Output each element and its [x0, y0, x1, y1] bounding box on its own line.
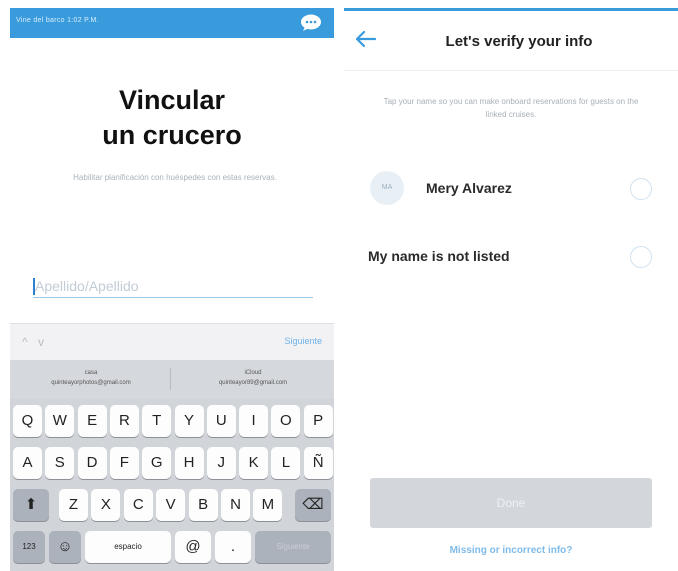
suggestion-title: casa — [84, 370, 98, 376]
done-button[interactable]: Done — [370, 478, 652, 528]
header-accent-line — [344, 8, 678, 11]
suggestion-icloud[interactable]: iCloud quinteayor89@gmail.com — [178, 368, 328, 388]
key-k[interactable]: K — [239, 447, 269, 479]
keyboard-accessory-bar: ^ v Siguiente — [10, 323, 334, 360]
space-key[interactable]: espacio — [85, 531, 171, 563]
key-l[interactable]: L — [271, 447, 301, 479]
chat-bubble-icon[interactable] — [300, 14, 322, 32]
suggestion-divider — [170, 368, 171, 390]
key-u[interactable]: U — [206, 405, 236, 437]
arrow-left-icon[interactable] — [352, 28, 378, 50]
key-v[interactable]: V — [156, 489, 186, 521]
suggestion-email: quinteayorphotos@gmail.com — [51, 380, 131, 386]
key-x[interactable]: X — [91, 489, 121, 521]
suggestion-email: quinteayor89@gmail.com — [218, 380, 288, 386]
key-t[interactable]: T — [142, 405, 172, 437]
at-key[interactable]: @ — [175, 531, 211, 563]
key-c[interactable]: C — [123, 489, 153, 521]
return-key[interactable]: Siguiente — [255, 531, 331, 563]
name-input[interactable] — [33, 276, 313, 298]
key-r[interactable]: R — [109, 405, 139, 437]
page-title-line2: un crucero — [102, 120, 242, 150]
next-field-button[interactable]: v — [38, 335, 44, 349]
text-caret — [33, 278, 35, 295]
status-bar: Vine del barco 1:02 P.M. — [10, 8, 334, 38]
key-d[interactable]: D — [77, 447, 107, 479]
key-b[interactable]: B — [188, 489, 218, 521]
key-o[interactable]: O — [271, 405, 301, 437]
missing-info-link[interactable]: Missing or incorrect info? — [374, 545, 648, 556]
header-divider — [344, 70, 678, 71]
radio-guest[interactable] — [630, 178, 652, 200]
verify-info-screen: Let's verify your info Tap your name so … — [344, 0, 678, 571]
page-subtitle: Habilitar planificación con huéspedes co… — [73, 173, 277, 182]
key-q[interactable]: Q — [13, 405, 42, 437]
link-cruise-screen: Vine del barco 1:02 P.M. Vincular un cru… — [0, 0, 340, 571]
next-button[interactable]: Siguiente — [284, 336, 322, 346]
shift-key[interactable]: ⬆ — [13, 489, 49, 521]
key-m[interactable]: M — [253, 489, 283, 521]
key-z[interactable]: Z — [59, 489, 88, 521]
key-e[interactable]: E — [77, 405, 107, 437]
autofill-suggestions: casa quinteayorphotos@gmail.com iCloud q… — [10, 360, 334, 399]
suggestion-home[interactable]: casa quinteayorphotos@gmail.com — [16, 368, 166, 388]
key-y[interactable]: Y — [174, 405, 204, 437]
dot-key[interactable]: . — [215, 531, 251, 563]
status-text: Vine del barco 1:02 P.M. — [16, 17, 99, 24]
key-ñ[interactable]: Ñ — [303, 447, 333, 479]
numbers-key[interactable]: 123 — [13, 531, 45, 563]
option-label-guest[interactable]: Mery Alvarez — [426, 180, 512, 196]
radio-not-listed[interactable] — [630, 246, 652, 268]
suggestion-title: iCloud — [244, 370, 262, 376]
key-p[interactable]: P — [303, 405, 333, 437]
keyboard: ⬆ ⌫ 123 ☺ espacio @ . Siguiente QWERTYUI… — [10, 399, 334, 571]
key-h[interactable]: H — [174, 447, 204, 479]
page-title-line1: Vincular — [118, 85, 226, 115]
key-f[interactable]: F — [109, 447, 139, 479]
page-title: Let's verify your info — [445, 33, 593, 50]
emoji-key[interactable]: ☺ — [49, 531, 81, 563]
key-s[interactable]: S — [45, 447, 75, 479]
key-g[interactable]: G — [142, 447, 172, 479]
key-i[interactable]: I — [239, 405, 269, 437]
delete-key[interactable]: ⌫ — [295, 489, 331, 521]
option-label-not-listed[interactable]: My name is not listed — [368, 248, 510, 264]
avatar: MA — [370, 171, 404, 205]
previous-field-button[interactable]: ^ — [22, 335, 28, 349]
key-n[interactable]: N — [221, 489, 250, 521]
key-w[interactable]: W — [45, 405, 75, 437]
key-j[interactable]: J — [206, 447, 236, 479]
key-a[interactable]: A — [13, 447, 42, 479]
instructions-text: Tap your name so you can make onboard re… — [383, 97, 639, 119]
